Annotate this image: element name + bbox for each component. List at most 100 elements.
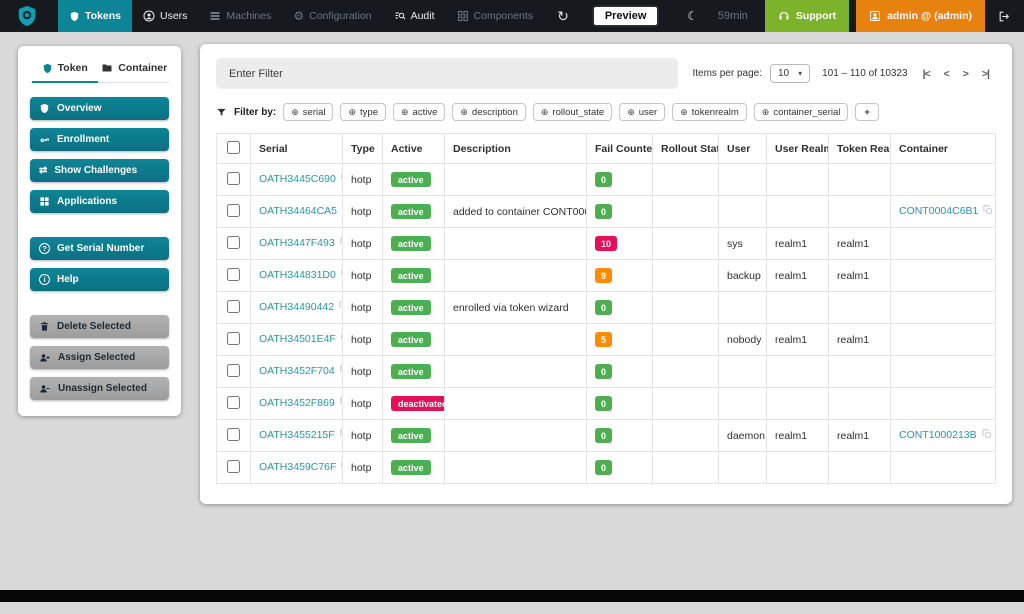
first-page-icon[interactable]: |< [923,68,930,80]
active-badge[interactable]: active [391,428,431,443]
add-circle-icon: ⊕ [348,108,356,117]
active-badge[interactable]: active [391,300,431,315]
serial-link[interactable]: OATH3447F493 [259,237,335,249]
active-badge[interactable]: active [391,236,431,251]
next-page-icon[interactable]: > [963,68,968,80]
nav-users[interactable]: Users [132,0,198,32]
serial-link[interactable]: OATH3445C690 [259,173,336,185]
user-realm-cell [767,388,829,420]
filter-chip[interactable]: ⊕ rollout_state [533,103,612,121]
serial-link[interactable]: OATH3455215F [259,429,335,441]
support-button[interactable]: Support [765,0,849,32]
user-cell: backup [719,260,767,292]
row-checkbox[interactable] [227,236,240,249]
serial-link[interactable]: OATH34490442 [259,301,334,313]
active-badge[interactable]: active [391,364,431,379]
filter-chip[interactable]: ⊕ type [340,103,386,121]
filter-chip-label: container_serial [773,107,840,118]
logout-icon[interactable] [985,0,1024,32]
serial-link[interactable]: OATH3459C76F [259,461,336,473]
admin-user-button[interactable]: admin @ (admin) [856,0,985,32]
copy-icon[interactable] [339,301,342,314]
serial-link[interactable]: OATH3452F869 [259,397,335,409]
prev-page-icon[interactable]: < [944,68,949,80]
active-badge[interactable]: active [391,204,431,219]
tab-container[interactable]: Container [100,54,170,82]
row-checkbox[interactable] [227,172,240,185]
filter-chip[interactable]: ⊕ serial [283,103,333,121]
show-challenges-button[interactable]: ⇄ Show Challenges [30,159,169,182]
serial-link[interactable]: OATH3452F704 [259,365,335,377]
nav-components[interactable]: Components [446,0,545,32]
nav-audit[interactable]: Audit [383,0,446,32]
serial-link[interactable]: OATH344831D0 [259,269,336,281]
help-button[interactable]: i Help [30,268,169,291]
container-copy-icon[interactable] [982,429,992,442]
overview-button[interactable]: Overview [30,97,169,120]
row-checkbox[interactable] [227,268,240,281]
filter-chip-label: user [639,107,657,118]
add-circle-icon: ⊕ [762,108,770,117]
add-filter-chip[interactable]: + [855,103,879,121]
column-header: Fail Counter [587,134,653,164]
nav-machines[interactable]: Machines [198,0,282,32]
row-checkbox[interactable] [227,332,240,345]
serial-link[interactable]: OATH34464CA5 [259,205,337,217]
fail-counter-badge: 0 [595,172,612,187]
filter-input[interactable] [216,58,678,89]
user-cell: sys [719,228,767,260]
button-label: Assign Selected [58,352,135,363]
row-checkbox[interactable] [227,460,240,473]
tab-token[interactable]: Token [30,54,100,82]
filter-chip[interactable]: ⊕ user [619,103,665,121]
container-link[interactable]: CONT1000213B [899,429,977,441]
filter-chip[interactable]: ⊕ container_serial [754,103,849,121]
row-checkbox[interactable] [227,300,240,313]
filter-by-label: Filter by: [234,107,276,118]
filter-chip-label: active [413,107,438,118]
enrollment-button[interactable]: Enrollment [30,128,169,151]
user-cell: daemon [719,420,767,452]
filter-chip[interactable]: ⊕ description [452,103,526,121]
applications-button[interactable]: Applications [30,190,169,213]
user-badge-icon [869,10,881,22]
app-logo[interactable] [0,0,58,32]
row-checkbox[interactable] [227,396,240,409]
preview-button[interactable]: Preview [592,5,660,27]
active-badge[interactable]: active [391,172,431,187]
dark-mode-icon[interactable]: ☾ [676,0,709,32]
row-checkbox[interactable] [227,204,240,217]
get-serial-number-button[interactable]: ? Get Serial Number [30,237,169,260]
items-per-page-select[interactable]: 10 ▾ [770,64,810,83]
active-badge[interactable]: deactivated [391,396,445,411]
container-copy-icon[interactable] [983,205,993,218]
active-badge[interactable]: active [391,460,431,475]
sidebar: Token Container Overview Enrollment ⇄ Sh… [18,46,181,416]
add-circle-icon: ⊕ [460,108,468,117]
table-row: OATH3455215F hotp active 0 daemon realm1… [217,420,996,452]
serial-link[interactable]: OATH34501E4F [259,333,336,345]
add-circle-icon: ⊕ [291,108,299,117]
container-link[interactable]: CONT0004C6B1 [899,205,978,217]
active-badge[interactable]: active [391,268,431,283]
select-all-checkbox[interactable] [227,141,240,154]
unassign-selected-button[interactable]: Unassign Selected [30,377,169,400]
type-cell: hotp [343,196,383,228]
refresh-icon[interactable]: ↻ [544,0,582,32]
active-badge[interactable]: active [391,332,431,347]
row-checkbox[interactable] [227,364,240,377]
token-realm-cell [829,356,891,388]
description-cell: enrolled via token wizard [445,292,587,324]
filter-chip[interactable]: ⊕ tokenrealm [672,103,747,121]
last-page-icon[interactable]: >| [982,68,989,80]
nav-tokens[interactable]: Tokens [58,0,132,32]
assign-selected-button[interactable]: Assign Selected [30,346,169,369]
nav-configuration[interactable]: ⚙ Configuration [282,0,382,32]
components-grid-icon [457,10,469,22]
delete-selected-button[interactable]: Delete Selected [30,315,169,338]
filter-chip[interactable]: ⊕ active [393,103,445,121]
row-checkbox[interactable] [227,428,240,441]
column-header: Serial [251,134,343,164]
info-circle-icon: i [39,274,50,285]
description-cell [445,228,587,260]
